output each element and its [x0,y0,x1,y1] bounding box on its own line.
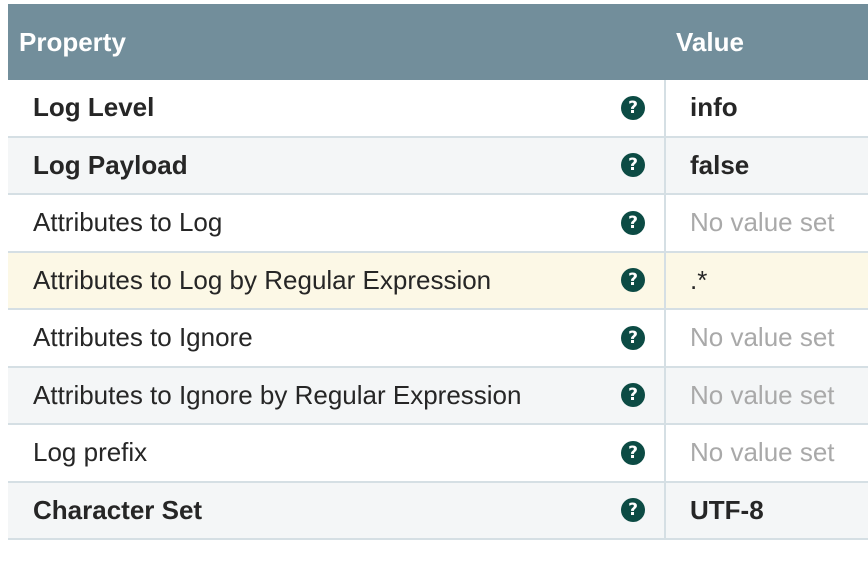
help-icon[interactable]: ? [621,498,645,523]
table-row-log-payload[interactable]: Log Payload ? false [8,137,868,195]
table-row-attributes-to-ignore-regex[interactable]: Attributes to Ignore by Regular Expressi… [8,367,868,425]
properties-table: Property Value Log Level ? info Log Payl… [8,4,868,540]
table-row-log-level[interactable]: Log Level ? info [8,80,868,138]
property-value[interactable]: No value set [666,425,868,481]
property-value[interactable]: UTF-8 [666,483,868,539]
property-value[interactable]: info [666,80,868,136]
property-name: Log Payload [33,149,188,180]
help-icon[interactable]: ? [621,440,645,465]
table-row-attributes-to-log[interactable]: Attributes to Log ? No value set [8,195,868,253]
help-icon[interactable]: ? [621,210,645,235]
table-row-log-prefix[interactable]: Log prefix ? No value set [8,425,868,483]
help-icon[interactable]: ? [621,383,645,408]
table-row-character-set[interactable]: Character Set ? UTF-8 [8,482,868,540]
property-name: Attributes to Log by Regular Expression [33,264,492,295]
property-value[interactable]: .* [666,253,868,309]
property-name: Character Set [33,494,203,525]
table-row-attributes-to-log-regex[interactable]: Attributes to Log by Regular Expression … [8,252,868,310]
table-header: Property Value [8,4,868,80]
property-name: Attributes to Ignore [33,322,253,353]
property-value[interactable]: false [666,138,868,194]
table-row-attributes-to-ignore[interactable]: Attributes to Ignore ? No value set [8,310,868,368]
property-value[interactable]: No value set [666,368,868,424]
property-name: Log Level [33,92,155,123]
property-name: Attributes to Log [33,207,223,238]
column-header-property[interactable]: Property [8,27,666,58]
property-name: Attributes to Ignore by Regular Expressi… [33,379,522,410]
property-name: Log prefix [33,437,148,468]
help-icon[interactable]: ? [621,95,645,120]
help-icon[interactable]: ? [621,325,645,350]
help-icon[interactable]: ? [621,153,645,178]
property-value[interactable]: No value set [666,195,868,251]
property-value[interactable]: No value set [666,310,868,366]
column-header-value[interactable]: Value [666,27,868,58]
help-icon[interactable]: ? [621,268,645,293]
